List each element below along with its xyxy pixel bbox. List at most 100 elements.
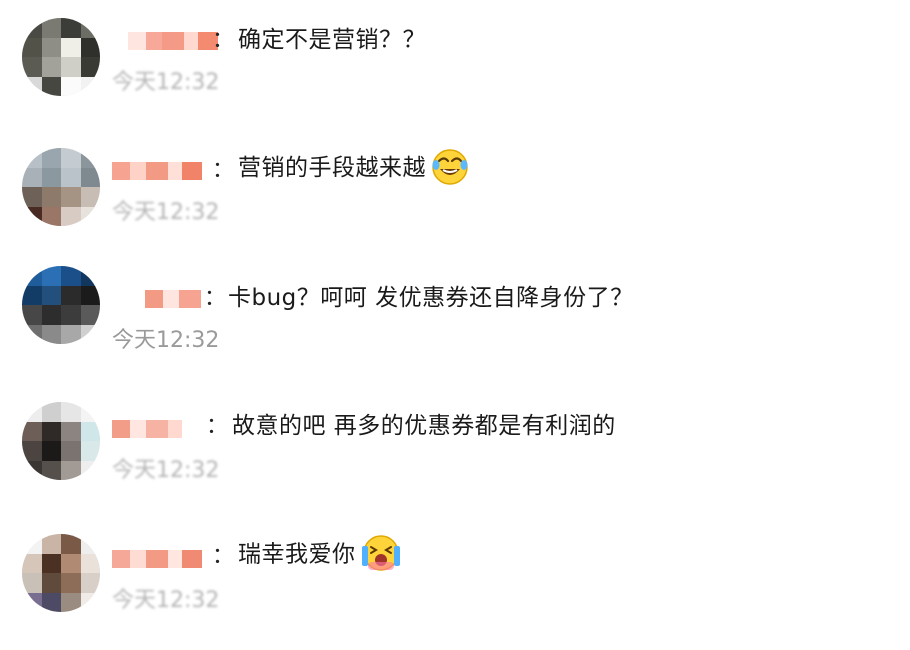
avatar-mosaic-tile xyxy=(41,441,61,461)
username-mosaic-block xyxy=(168,162,182,180)
avatar-mosaic-tile xyxy=(22,441,42,461)
username-mosaic-block xyxy=(179,290,201,308)
username[interactable] xyxy=(112,550,202,568)
avatar-mosaic-tile xyxy=(41,305,61,325)
username-mosaic-block xyxy=(112,162,130,180)
avatar-mosaic-tile xyxy=(41,187,61,207)
comment-text-content: 营销的手段越来越 xyxy=(238,155,426,181)
username-mosaic-block xyxy=(146,162,168,180)
avatar-mosaic-tile xyxy=(22,57,42,77)
comment-text: 营销的手段越来越 xyxy=(238,148,470,189)
avatar-mosaic-tile xyxy=(80,421,100,441)
avatar-mosaic-tile xyxy=(61,305,81,325)
username[interactable] xyxy=(112,162,202,180)
avatar-mosaic-tile xyxy=(22,206,42,226)
avatar-mosaic-tile xyxy=(41,573,61,593)
avatar-mosaic-tile xyxy=(22,573,42,593)
avatar-mosaic-tile xyxy=(61,167,81,187)
avatar-mosaic-tile xyxy=(41,266,61,286)
avatar-mosaic-tile xyxy=(80,187,100,207)
avatar-mosaic-tile xyxy=(80,76,100,96)
avatar-mosaic-tile xyxy=(80,266,100,286)
name-separator: ： xyxy=(212,158,235,183)
avatar-mosaic-tile xyxy=(61,402,81,422)
avatar-mosaic-tile xyxy=(80,402,100,422)
avatar[interactable] xyxy=(22,402,100,480)
username-mosaic-block xyxy=(128,32,146,50)
avatar-mosaic-tile xyxy=(22,187,42,207)
avatar-mosaic-tile xyxy=(80,57,100,77)
avatar[interactable] xyxy=(22,534,100,612)
avatar[interactable] xyxy=(22,266,100,344)
username-mosaic-block xyxy=(130,420,146,438)
username-mosaic-block xyxy=(182,162,202,180)
avatar-mosaic-tile xyxy=(41,206,61,226)
avatar-mosaic-tile xyxy=(22,592,42,612)
avatar-mosaic-tile xyxy=(80,206,100,226)
name-separator: ： xyxy=(212,28,235,53)
comment-item: ： 瑞幸我爱你 今天12:32 xyxy=(0,520,910,650)
avatar-mosaic-tile xyxy=(80,167,100,187)
comment-time: 今天12:32 xyxy=(112,328,220,353)
avatar-mosaic-tile xyxy=(41,167,61,187)
comment-text: 卡bug？呵呵 发优惠券还自降身份了？ xyxy=(228,285,634,311)
avatar-mosaic-tile xyxy=(22,266,42,286)
username-mosaic-block xyxy=(112,420,130,438)
avatar-mosaic-tile xyxy=(41,57,61,77)
name-separator: ： xyxy=(204,286,227,311)
avatar-mosaic-tile xyxy=(61,206,81,226)
comment-item: ： 卡bug？呵呵 发优惠券还自降身份了？ 今天12:32 xyxy=(0,260,910,390)
username-mosaic-block xyxy=(112,550,130,568)
username-mosaic-block xyxy=(162,32,184,50)
avatar-mosaic-tile xyxy=(61,57,81,77)
comment-item: ： 营销的手段越来越 今天12:32 xyxy=(0,130,910,260)
username-mosaic-block xyxy=(163,290,179,308)
comment-text: 故意的吧 再多的优惠券都是有利润的 xyxy=(232,413,616,439)
avatar-mosaic-tile xyxy=(61,460,81,480)
avatar[interactable] xyxy=(22,148,100,226)
avatar-mosaic-tile xyxy=(41,148,61,168)
avatar-mosaic-tile xyxy=(41,534,61,554)
avatar-mosaic-tile xyxy=(22,553,42,573)
avatar-mosaic-tile xyxy=(41,37,61,57)
avatar-mosaic-tile xyxy=(61,37,81,57)
avatar-mosaic-tile xyxy=(41,592,61,612)
name-separator: ： xyxy=(206,414,229,439)
avatar-mosaic-tile xyxy=(22,324,42,344)
avatar-mosaic-tile xyxy=(22,305,42,325)
name-separator: ： xyxy=(212,544,235,569)
avatar-mosaic-tile xyxy=(61,187,81,207)
avatar-mosaic-tile xyxy=(61,573,81,593)
comment-text: 确定不是营销？？ xyxy=(238,27,426,53)
avatar[interactable] xyxy=(22,18,100,96)
username-mosaic-block xyxy=(146,420,168,438)
username[interactable] xyxy=(112,420,182,438)
avatar-mosaic-tile xyxy=(41,421,61,441)
username-mosaic-block xyxy=(168,550,182,568)
avatar-mosaic-tile xyxy=(61,76,81,96)
username-mosaic-block xyxy=(130,550,146,568)
username-mosaic-block xyxy=(182,550,202,568)
avatar-mosaic-tile xyxy=(61,441,81,461)
username[interactable] xyxy=(145,290,201,308)
avatar-mosaic-tile xyxy=(41,285,61,305)
username-mosaic-block xyxy=(146,32,162,50)
avatar-mosaic-tile xyxy=(80,148,100,168)
avatar-mosaic-tile xyxy=(41,402,61,422)
username-mosaic-block xyxy=(145,290,163,308)
avatar-mosaic-tile xyxy=(22,421,42,441)
comment-text-content: 瑞幸我爱你 xyxy=(238,541,356,568)
avatar-mosaic-tile xyxy=(22,402,42,422)
comment-text: 瑞幸我爱你 xyxy=(238,534,402,576)
comment-item: ： 故意的吧 再多的优惠券都是有利润的 今天12:32 xyxy=(0,390,910,520)
username-mosaic-block xyxy=(168,420,182,438)
avatar-mosaic-tile xyxy=(41,460,61,480)
avatar-mosaic-tile xyxy=(80,592,100,612)
username-mosaic-block xyxy=(130,162,146,180)
avatar-mosaic-tile xyxy=(22,37,42,57)
avatar-mosaic-tile xyxy=(61,553,81,573)
avatar-mosaic-tile xyxy=(80,305,100,325)
avatar-mosaic-tile xyxy=(61,534,81,554)
username[interactable] xyxy=(128,32,218,50)
avatar-mosaic-tile xyxy=(80,553,100,573)
